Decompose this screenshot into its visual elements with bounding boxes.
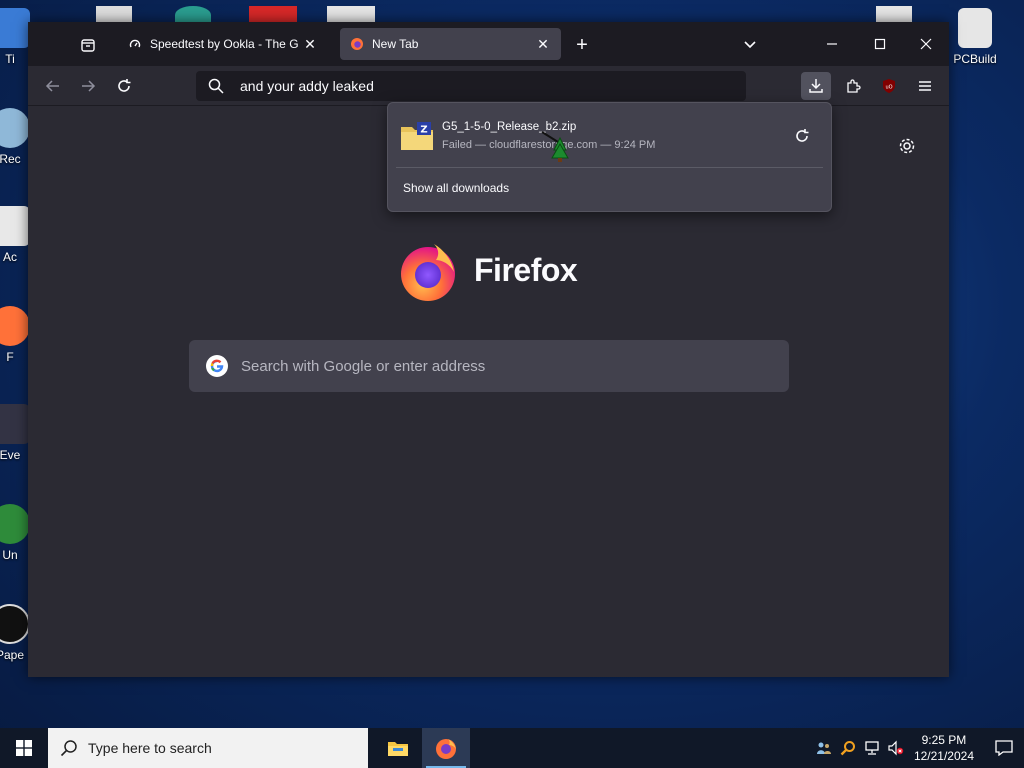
close-window-button[interactable] <box>903 22 949 66</box>
nav-toolbar: and your addy leaked uO <box>28 66 949 106</box>
maximize-button[interactable] <box>857 22 903 66</box>
tab-speedtest[interactable]: Speedtest by Ookla - The Global ✕ <box>118 28 328 60</box>
google-icon <box>206 355 228 377</box>
retry-download-button[interactable] <box>791 125 813 147</box>
firefox-view-icon <box>81 39 95 52</box>
system-tray: 9:25 PM 12/21/2024 <box>812 728 1024 768</box>
firefox-icon <box>436 739 456 759</box>
show-all-downloads-link[interactable]: Show all downloads <box>403 181 509 195</box>
action-center-button[interactable] <box>984 740 1024 756</box>
firefox-logo-icon <box>401 244 455 301</box>
svg-text:uO: uO <box>885 85 892 91</box>
forward-arrow-icon <box>82 80 96 92</box>
address-text: and your addy leaked <box>240 78 374 94</box>
app-icon <box>0 8 30 48</box>
google-search-input[interactable]: Search with Google or enter address <box>189 340 789 392</box>
back-button[interactable] <box>38 72 68 100</box>
taskbar-clock[interactable]: 9:25 PM 12/21/2024 <box>914 732 974 764</box>
ublock-icon: uO <box>883 79 895 93</box>
search-icon <box>60 739 78 757</box>
close-tab-icon[interactable]: ✕ <box>535 36 551 53</box>
address-bar[interactable]: and your addy leaked <box>196 71 746 101</box>
chevron-down-icon <box>744 41 756 49</box>
clock-time: 9:25 PM <box>921 733 967 747</box>
hamburger-menu-icon <box>919 81 931 91</box>
desktop-icon[interactable]: PCBuild <box>945 8 1005 66</box>
extensions-button[interactable] <box>838 72 868 100</box>
firefox-logo: Firefox <box>396 238 578 302</box>
recycle-bin-icon <box>0 108 30 148</box>
menu-button[interactable] <box>910 72 940 100</box>
new-tab-button[interactable]: + <box>568 32 596 58</box>
start-button[interactable] <box>0 728 48 768</box>
tab-bar: Speedtest by Ookla - The Global ✕ New Ta… <box>28 22 949 66</box>
search-icon <box>208 78 226 94</box>
download-item[interactable]: Z G5_1-5-0_Release_b2.zip Failed — cloud… <box>396 111 823 161</box>
app-shortcut-icon <box>0 504 30 544</box>
firefox-icon <box>350 37 364 51</box>
desktop-icon-label: Un <box>2 548 18 562</box>
firefox-taskbar-button[interactable] <box>422 728 470 768</box>
network-icon[interactable] <box>860 728 884 768</box>
desktop-icon-label: Ac <box>2 250 17 264</box>
volume-muted-icon[interactable] <box>884 728 908 768</box>
taskbar: Type here to search 9:25 PM 12/21/2024 <box>0 728 1024 768</box>
windows-logo-icon <box>16 740 32 756</box>
app-shortcut-icon <box>0 604 30 644</box>
cursor-icon <box>541 131 569 162</box>
document-icon <box>0 206 30 246</box>
minimize-button[interactable] <box>809 22 855 66</box>
desktop-icon-label: Eve <box>0 448 21 462</box>
svg-text:Z: Z <box>420 125 427 136</box>
puzzle-icon <box>847 79 861 93</box>
firefox-shortcut-icon <box>0 306 30 346</box>
maximize-icon <box>874 38 886 50</box>
desktop-icon-label: F <box>6 350 14 364</box>
file-explorer-taskbar-button[interactable] <box>374 728 422 768</box>
firefox-view-button[interactable] <box>74 32 102 58</box>
app-shortcut-icon <box>0 404 30 444</box>
desktop-icon-label: Pape <box>0 648 25 662</box>
gear-icon <box>899 138 915 154</box>
forward-button[interactable] <box>73 72 103 100</box>
tab-new-tab[interactable]: New Tab ✕ <box>340 28 561 60</box>
desktop-icon-label: PCBuild <box>953 52 997 66</box>
document-icon <box>958 8 992 48</box>
clock-date: 12/21/2024 <box>913 749 974 763</box>
retry-icon <box>796 129 809 142</box>
taskbar-search-input[interactable]: Type here to search <box>48 728 368 768</box>
download-icon <box>809 79 823 93</box>
tab-title: New Tab <box>372 37 419 51</box>
firefox-wordmark: Firefox <box>474 251 578 288</box>
reload-icon <box>118 79 131 92</box>
folder-icon <box>388 742 408 756</box>
close-tab-icon[interactable]: ✕ <box>302 36 318 53</box>
tab-title: Speedtest by Ookla - The Global <box>150 37 298 51</box>
downloads-panel: Z G5_1-5-0_Release_b2.zip Failed — cloud… <box>387 102 832 212</box>
divider <box>396 167 823 168</box>
back-arrow-icon <box>45 80 59 92</box>
notification-icon <box>995 740 1013 756</box>
desktop-icon-label: Ti <box>5 52 15 66</box>
plus-icon: + <box>576 33 588 56</box>
taskbar-search-placeholder: Type here to search <box>88 740 212 756</box>
downloads-button[interactable] <box>801 72 831 100</box>
zip-file-icon: Z <box>400 121 434 151</box>
speedtest-icon <box>128 37 142 51</box>
desktop-icon-label: Rec <box>0 152 21 166</box>
people-icon[interactable] <box>812 728 836 768</box>
search-placeholder: Search with Google or enter address <box>241 357 486 375</box>
personalize-settings-button[interactable] <box>895 134 919 158</box>
close-icon <box>920 38 932 50</box>
ublock-origin-button[interactable]: uO <box>874 72 904 100</box>
list-all-tabs-button[interactable] <box>736 32 764 58</box>
search-tray-icon[interactable] <box>836 728 860 768</box>
minimize-icon <box>827 43 837 45</box>
reload-button[interactable] <box>109 72 139 100</box>
